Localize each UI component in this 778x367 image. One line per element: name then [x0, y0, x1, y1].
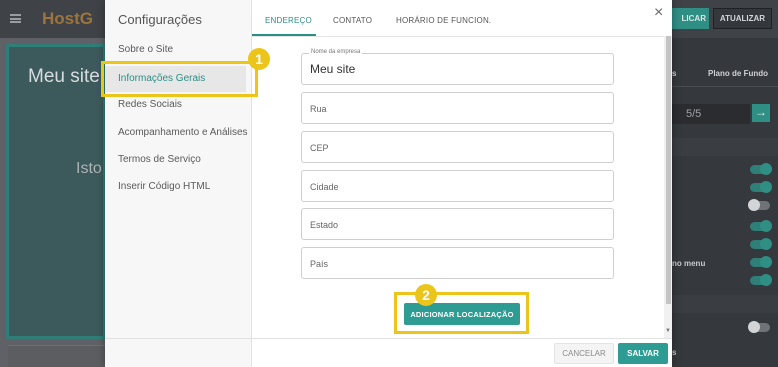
company-name-input[interactable]	[310, 54, 606, 84]
hamburger-icon[interactable]	[10, 14, 21, 23]
counter-text: 5/5	[686, 108, 702, 120]
toggle-switch[interactable]	[748, 199, 770, 211]
tab-contact[interactable]: CONTATO	[333, 16, 372, 25]
settings-sidebar: Configurações Sobre o Site Informações G…	[105, 0, 252, 367]
street-input[interactable]	[310, 93, 606, 123]
step-marker-2: 2	[415, 284, 437, 306]
company-name-field: Nome da empresa	[301, 49, 614, 85]
sidebar-footer-divider	[105, 338, 252, 339]
right-panel-section-header-2	[672, 295, 778, 313]
settings-content: ENDEREÇO CONTATO HORÁRIO DE FUNCION. × ▼…	[252, 0, 672, 367]
toggle-switch[interactable]	[750, 163, 772, 175]
country-field	[301, 247, 614, 279]
city-field	[301, 170, 614, 202]
tab-hours[interactable]: HORÁRIO DE FUNCION.	[396, 16, 491, 25]
toggle-switch[interactable]	[750, 181, 772, 193]
next-arrow-icon[interactable]: →	[752, 104, 770, 122]
sidebar-item-about[interactable]: Sobre o Site	[118, 44, 173, 55]
right-panel-section-header	[672, 138, 778, 156]
street-field	[301, 92, 614, 124]
close-icon[interactable]: ×	[654, 4, 663, 22]
right-panel-footer-text: s	[672, 348, 677, 357]
save-button[interactable]: SALVAR	[618, 343, 668, 364]
toggle-switch[interactable]	[750, 274, 772, 286]
toggle-switch[interactable]	[750, 238, 772, 250]
state-input[interactable]	[310, 209, 606, 239]
counter-box	[672, 104, 750, 124]
sidebar-item-terms[interactable]: Termos de Serviço	[118, 154, 201, 165]
tabs-divider	[252, 36, 664, 37]
add-location-button[interactable]: ADICIONAR LOCALIZAÇÃO	[404, 303, 520, 325]
update-button[interactable]: ATUALIZAR	[713, 8, 772, 29]
app-logo: HostG	[42, 9, 93, 28]
preview-subtitle: Isto	[76, 160, 102, 177]
right-panel-tab-divider	[672, 86, 778, 87]
toggle-switch[interactable]	[748, 321, 770, 333]
footer-divider	[252, 338, 672, 339]
state-field	[301, 208, 614, 240]
step-marker-1: 1	[248, 48, 270, 70]
zip-input[interactable]	[310, 132, 606, 162]
zip-field	[301, 131, 614, 163]
highlight-box-general-info	[101, 61, 258, 97]
preview-bottom-strip	[8, 345, 106, 367]
publish-button[interactable]: LICAR	[672, 8, 709, 29]
right-panel-tab[interactable]: s	[672, 69, 676, 78]
site-preview	[6, 44, 106, 339]
country-input[interactable]	[310, 248, 606, 278]
cancel-button[interactable]: CANCELAR	[554, 343, 614, 364]
city-input[interactable]	[310, 171, 606, 201]
tab-address[interactable]: ENDEREÇO	[265, 16, 312, 25]
scroll-down-arrow-icon[interactable]: ▼	[665, 328, 671, 334]
settings-modal: Configurações Sobre o Site Informações G…	[105, 0, 672, 367]
sidebar-item-analytics[interactable]: Acompanhamento e Análises	[118, 127, 248, 138]
sidebar-title: Configurações	[118, 12, 202, 27]
menu-option-label: no menu	[672, 259, 706, 268]
sidebar-item-social[interactable]: Redes Sociais	[118, 99, 182, 110]
scrollbar-thumb[interactable]	[666, 36, 671, 304]
toggle-switch[interactable]	[750, 220, 772, 232]
sidebar-item-html[interactable]: Inserir Código HTML	[118, 181, 210, 192]
preview-title: Meu site	[28, 66, 100, 87]
right-panel-tab-background[interactable]: Plano de Fundo	[708, 69, 768, 78]
toggle-switch[interactable]	[750, 256, 772, 268]
